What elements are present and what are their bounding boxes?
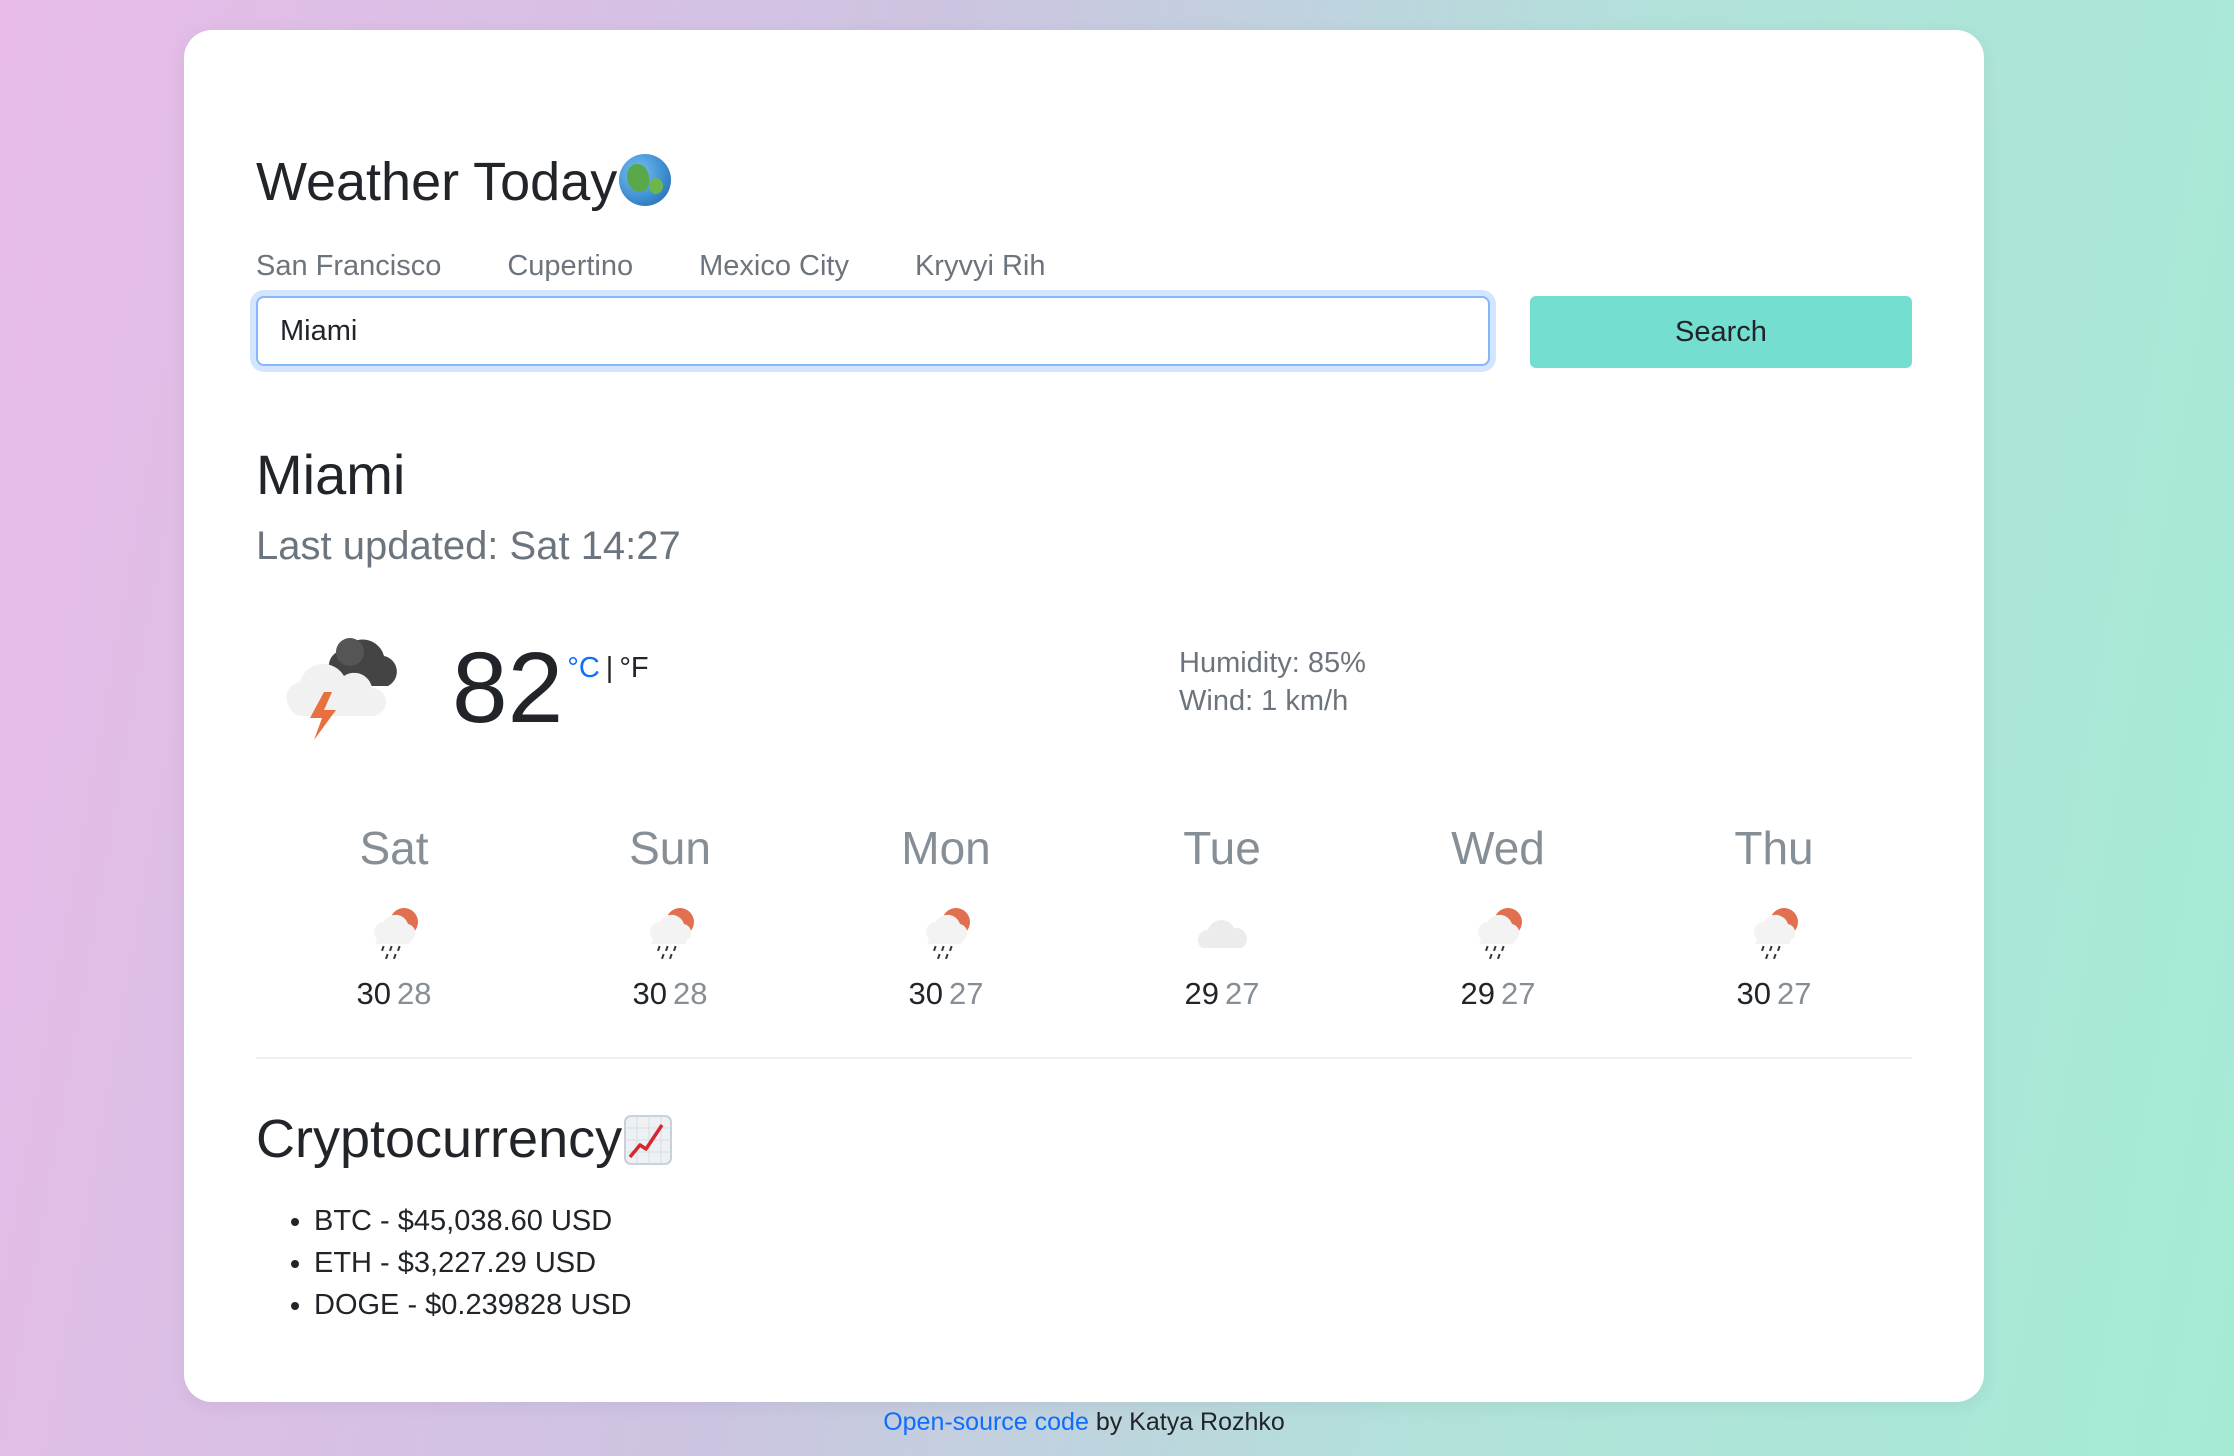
- forecast-temps: 30 27: [808, 976, 1084, 1012]
- app-title: Weather Today: [256, 148, 672, 216]
- forecast-temps: 29 27: [1360, 976, 1636, 1012]
- forecast-day-name: Wed: [1451, 822, 1545, 874]
- thunderstorm-icon: [286, 638, 397, 740]
- forecast-day-name: Sat: [359, 822, 429, 874]
- forecast-day-name: Sun: [629, 822, 711, 874]
- humidity: Humidity: 85%: [1179, 647, 1366, 679]
- city-links: San Francisco Cupertino Mexico City Kryv…: [256, 250, 1045, 283]
- forecast-temps: 30 27: [1636, 976, 1912, 1012]
- search-button[interactable]: Search: [1530, 296, 1912, 368]
- forecast-day-name: Mon: [901, 822, 991, 874]
- forecast-day: Thu 30 27: [1636, 820, 1912, 1012]
- weather-card: Weather Today San Francisco Cupertino Me…: [184, 30, 1984, 1402]
- app-title-text: Weather Today: [256, 152, 618, 212]
- forecast-day: Wed 29 27: [1360, 820, 1636, 1012]
- forecast-max: 30: [632, 976, 667, 1011]
- card-content: Weather Today San Francisco Cupertino Me…: [256, 30, 1912, 1402]
- rain-sun-icon: [648, 906, 696, 962]
- cloud-icon: [1198, 920, 1247, 948]
- fahrenheit-link[interactable]: °F: [619, 652, 648, 684]
- forecast-day: Mon 30 27: [808, 820, 1084, 1012]
- forecast-day: Sun 30 28: [532, 820, 808, 1012]
- crypto-title-text: Cryptocurrency: [256, 1109, 623, 1169]
- city-link-cupertino[interactable]: Cupertino: [507, 250, 633, 283]
- globe-icon: [619, 154, 672, 206]
- forecast: Sat 3028 Sun 3028 Mon 3027 Tue 2927: [256, 820, 1912, 1012]
- crypto-list: BTC - $45,038.60 USD ETH - $3,227.29 USD…: [256, 1200, 632, 1326]
- forecast-max: 30: [908, 976, 943, 1011]
- section-divider: [256, 1057, 1912, 1059]
- forecast-temps: 29 27: [1084, 976, 1360, 1012]
- chart-increasing-icon: [624, 1115, 673, 1165]
- rain-sun-icon: [1476, 906, 1524, 962]
- forecast-day: Sat 30 28: [256, 820, 532, 1012]
- forecast-max: 30: [1736, 976, 1771, 1011]
- crypto-title: Cryptocurrency: [256, 1106, 673, 1172]
- city-link-mexico-city[interactable]: Mexico City: [699, 250, 849, 283]
- forecast-min: 27: [1225, 976, 1260, 1011]
- forecast-temps: 30 28: [256, 976, 532, 1012]
- city-name: Miami: [256, 443, 406, 506]
- forecast-max: 30: [356, 976, 391, 1011]
- crypto-item-eth: ETH - $3,227.29 USD: [314, 1242, 632, 1284]
- search-input[interactable]: [256, 296, 1490, 366]
- temperature-block: 82 °C | °F: [452, 636, 649, 740]
- forecast-max: 29: [1184, 976, 1219, 1011]
- forecast-day-name: Thu: [1734, 822, 1814, 874]
- weather-details: Humidity: 85% Wind: 1 km/h: [1179, 644, 1366, 720]
- forecast-min: 28: [673, 976, 708, 1011]
- last-updated: Last updated: Sat 14:27: [256, 524, 681, 568]
- forecast-min: 27: [1501, 976, 1536, 1011]
- temperature-value: 82: [452, 632, 564, 744]
- city-link-san-francisco[interactable]: San Francisco: [256, 250, 441, 283]
- rain-sun-icon: [372, 906, 420, 962]
- rain-sun-icon: [924, 906, 972, 962]
- forecast-min: 27: [949, 976, 984, 1011]
- forecast-day-name: Tue: [1183, 822, 1261, 874]
- city-link-kryvyi-rih[interactable]: Kryvyi Rih: [915, 250, 1046, 283]
- celsius-link[interactable]: °C: [567, 652, 600, 684]
- forecast-temps: 30 28: [532, 976, 808, 1012]
- footer-author: by Katya Rozhko: [1088, 1408, 1285, 1436]
- wind: Wind: 1 km/h: [1179, 685, 1349, 717]
- forecast-day: Tue 29 27: [1084, 820, 1360, 1012]
- crypto-item-doge: DOGE - $0.239828 USD: [314, 1284, 632, 1326]
- crypto-item-btc: BTC - $45,038.60 USD: [314, 1200, 632, 1242]
- unit-toggle: °C | °F: [567, 652, 648, 685]
- open-source-link[interactable]: Open-source code: [883, 1408, 1089, 1436]
- footer: Open-source code by Katya Rozhko: [0, 1408, 2168, 1437]
- forecast-min: 27: [1777, 976, 1812, 1011]
- rain-sun-icon: [1752, 906, 1800, 962]
- forecast-max: 29: [1460, 976, 1495, 1011]
- forecast-min: 28: [397, 976, 432, 1011]
- unit-separator: |: [605, 652, 614, 684]
